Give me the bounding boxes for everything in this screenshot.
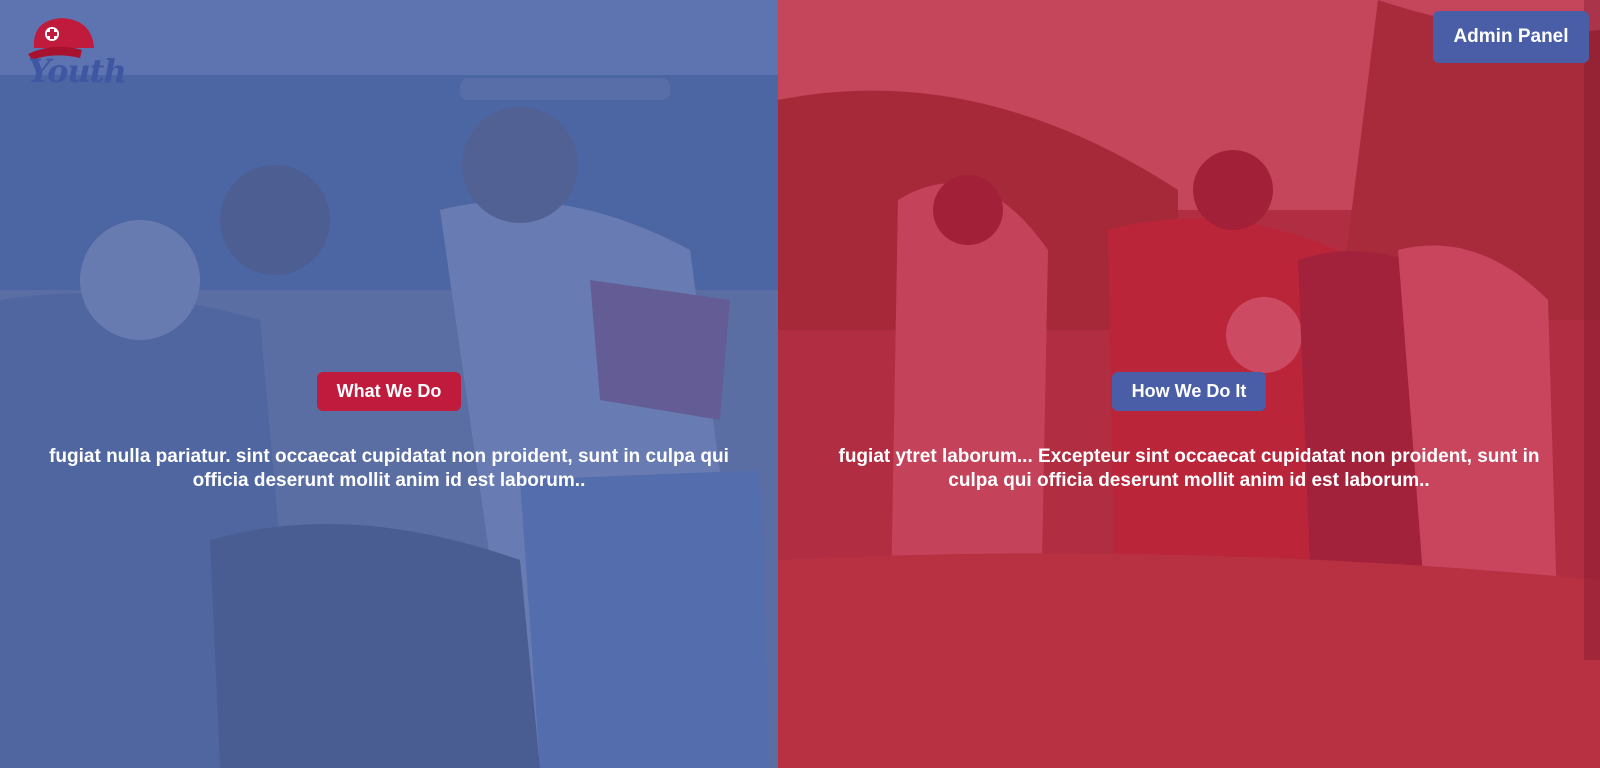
how-we-do-it-panel: How We Do It fugiat ytret laborum... Exc… — [778, 0, 1600, 768]
admin-panel-button[interactable]: Admin Panel — [1433, 11, 1589, 63]
how-we-do-it-content: How We Do It fugiat ytret laborum... Exc… — [778, 372, 1600, 512]
logo-wordmark: Youth — [28, 52, 127, 90]
what-we-do-button[interactable]: What We Do — [316, 372, 462, 411]
how-we-do-it-button[interactable]: How We Do It — [1111, 372, 1267, 411]
how-we-do-it-description: fugiat ytret laborum... Excepteur sint o… — [838, 446, 1540, 491]
what-we-do-description: fugiat nulla pariatur. sint occaecat cup… — [49, 446, 729, 491]
scrollbar[interactable] — [1584, 0, 1600, 660]
what-we-do-panel: Youth What We Do fugiat nulla pariatur. … — [0, 0, 778, 768]
what-we-do-content: What We Do fugiat nulla pariatur. sint o… — [0, 372, 778, 512]
youth-logo[interactable]: Youth — [24, 14, 127, 100]
